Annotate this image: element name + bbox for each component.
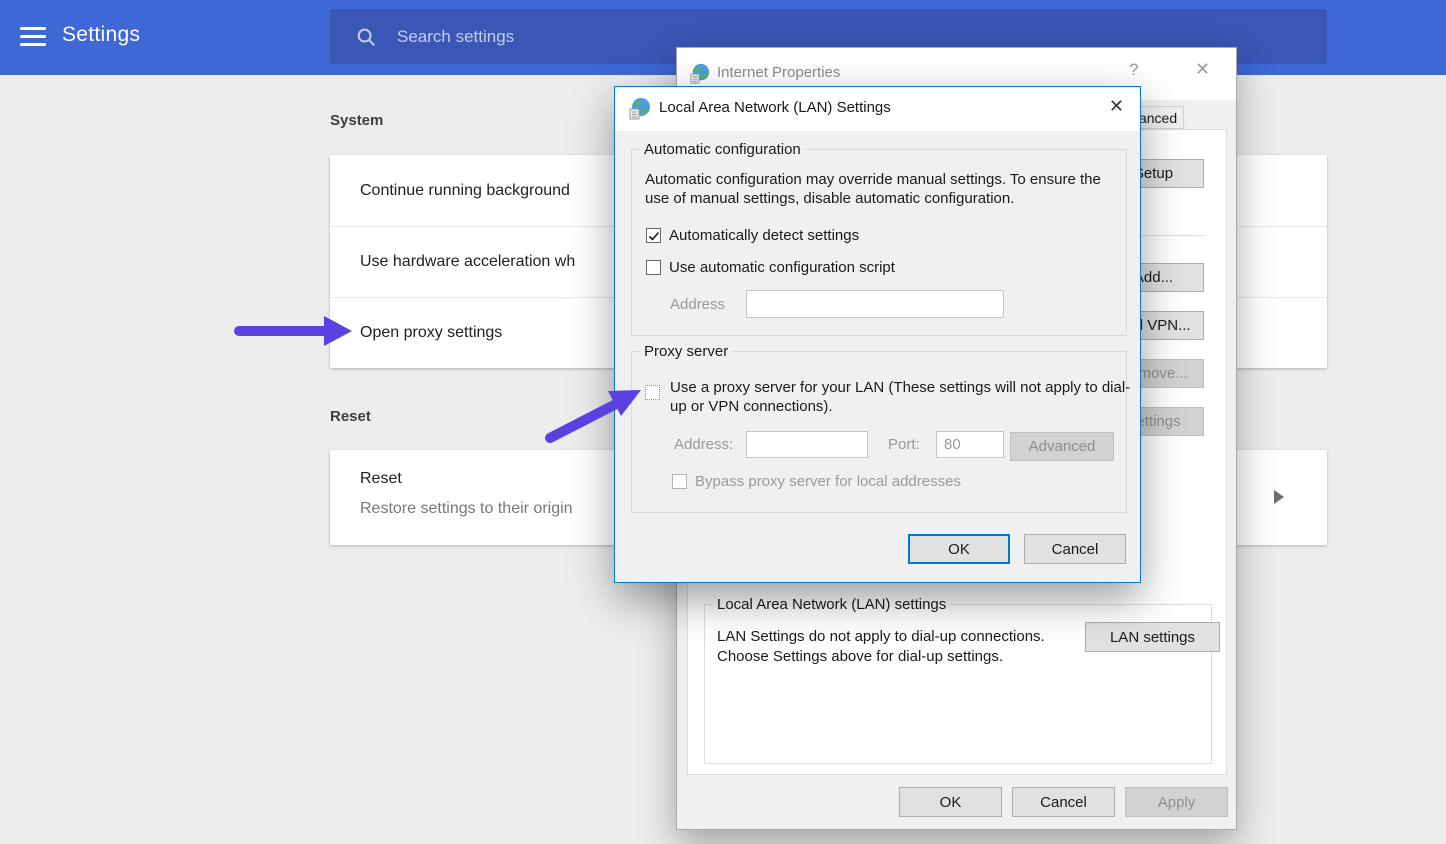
dialog-title: Local Area Network (LAN) Settings: [659, 99, 891, 116]
search-placeholder: Search settings: [397, 27, 514, 47]
address-label: Address: [670, 296, 725, 313]
internet-options-icon: [689, 63, 711, 85]
automatic-configuration-group: Automatic configuration Automatic config…: [631, 149, 1127, 336]
checkbox-label: Bypass proxy server for local addresses: [695, 473, 961, 490]
lan-dialog-titlebar[interactable]: Local Area Network (LAN) Settings ✕: [615, 87, 1140, 131]
checkbox-use-config-script[interactable]: [646, 260, 661, 275]
search-icon: [355, 26, 377, 48]
lan-settings-group-title: Local Area Network (LAN) settings: [713, 596, 950, 613]
checkmark-icon: [647, 229, 661, 243]
proxy-port-input: 80: [936, 431, 1004, 458]
internet-options-icon: [628, 97, 652, 121]
reset-row-title: Reset: [360, 470, 402, 488]
checkbox-automatically-detect[interactable]: [646, 228, 661, 243]
cancel-button[interactable]: Cancel: [1012, 787, 1115, 817]
proxy-address-label: Address:: [674, 436, 733, 453]
chevron-right-icon[interactable]: [1274, 490, 1284, 504]
group-title: Proxy server: [640, 343, 732, 360]
close-icon[interactable]: ✕: [1109, 96, 1124, 117]
system-section-title: System: [330, 112, 383, 129]
close-icon[interactable]: ✕: [1195, 59, 1210, 80]
help-icon[interactable]: ?: [1129, 60, 1138, 80]
menu-icon[interactable]: [20, 27, 46, 47]
setting-label: Use hardware acceleration wh: [360, 253, 575, 271]
apply-button: Apply: [1125, 787, 1228, 817]
checkbox-label[interactable]: Automatically detect settings: [669, 227, 859, 244]
setting-label: Open proxy settings: [360, 324, 502, 342]
lan-settings-dialog: Local Area Network (LAN) Settings ✕ Auto…: [614, 86, 1141, 583]
page-title: Settings: [62, 23, 140, 47]
checkbox-bypass-proxy: [672, 474, 687, 489]
checkbox-label[interactable]: Use automatic configuration script: [669, 259, 895, 276]
proxy-port-label: Port:: [888, 436, 920, 453]
config-address-input: [746, 290, 1004, 318]
proxy-address-input: [746, 431, 868, 458]
lan-settings-button[interactable]: LAN settings: [1085, 622, 1220, 652]
ok-button[interactable]: OK: [899, 787, 1002, 817]
checkbox-use-proxy-server[interactable]: [645, 385, 660, 400]
lan-settings-group: Local Area Network (LAN) settings LAN Se…: [704, 604, 1212, 764]
reset-section-title: Reset: [330, 408, 371, 425]
proxy-server-group: Proxy server Use a proxy server for your…: [631, 351, 1127, 513]
advanced-button: Advanced: [1010, 432, 1114, 461]
checkbox-label[interactable]: Use a proxy server for your LAN (These s…: [670, 378, 1132, 416]
group-title: Automatic configuration: [640, 141, 805, 158]
automatic-configuration-description: Automatic configuration may override man…: [645, 170, 1127, 208]
reset-row-subtitle: Restore settings to their origin: [360, 500, 573, 518]
lan-settings-description: LAN Settings do not apply to dial-up con…: [717, 627, 1062, 667]
dialog-title: Internet Properties: [717, 64, 840, 81]
ok-button[interactable]: OK: [908, 534, 1010, 564]
cancel-button[interactable]: Cancel: [1024, 534, 1126, 564]
setting-label: Continue running background: [360, 182, 570, 200]
